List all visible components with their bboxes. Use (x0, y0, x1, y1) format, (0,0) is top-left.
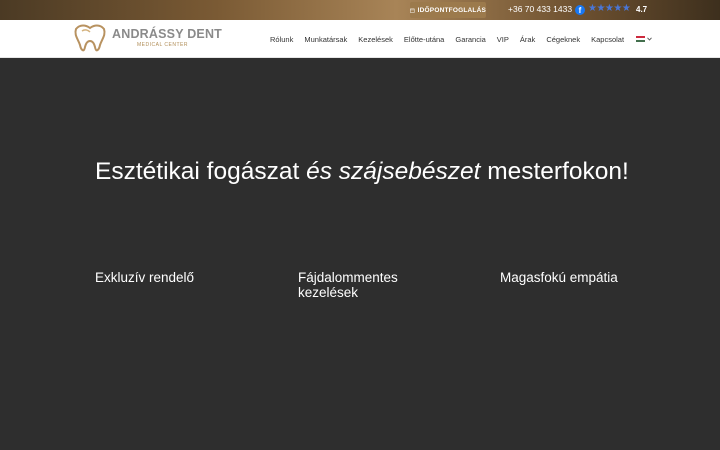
rating-stars: ★★★★★ (588, 3, 631, 14)
hero-title-emphasis: és szájsebészet (306, 158, 481, 185)
hero-title-part1: Esztétikai fogászat (95, 158, 307, 185)
feature-painless-treatment: Fájdalommentes kezelések (298, 270, 398, 300)
nav-item-kezelesek[interactable]: Kezelések (358, 35, 393, 44)
booking-button[interactable]: IDŐPONTFOGLALÁS (410, 2, 486, 18)
nav-item-kapcsolat[interactable]: Kapcsolat (591, 35, 624, 44)
language-selector[interactable] (635, 36, 652, 42)
nav-item-munkatarsak[interactable]: Munkatársak (304, 35, 347, 44)
hero-title-part2: mesterfokon! (480, 158, 629, 185)
site-header: ANDRÁSSY DENT MEDICAL CENTER Rólunk Munk… (0, 20, 720, 58)
booking-button-label: IDŐPONTFOGLALÁS (417, 6, 486, 14)
facebook-icon[interactable]: f (575, 5, 585, 15)
logo-name[interactable]: ANDRÁSSY DENT (112, 27, 222, 41)
top-bar: IDŐPONTFOGLALÁS +36 70 433 1433 f ★★★★★ … (0, 0, 720, 20)
nav-item-arak[interactable]: Árak (520, 35, 535, 44)
nav-item-elotte-utana[interactable]: Előtte-utána (404, 35, 444, 44)
main-nav: Rólunk Munkatársak Kezelések Előtte-után… (270, 20, 652, 58)
nav-item-garancia[interactable]: Garancia (455, 35, 485, 44)
calendar-icon (410, 8, 415, 13)
logo-subtitle: MEDICAL CENTER (137, 42, 188, 48)
feature-exclusive-clinic: Exkluzív rendelő (95, 270, 195, 285)
feature-empathy: Magasfokú empátia (500, 270, 618, 285)
nav-item-cegeknek[interactable]: Cégeknek (546, 35, 580, 44)
logo-tooth-icon[interactable] (72, 23, 108, 55)
phone-number[interactable]: +36 70 433 1433 (508, 4, 572, 14)
rating-value: 4.7 (636, 5, 648, 14)
hero-title: Esztétikai fogászat és szájsebészet mest… (95, 158, 629, 186)
nav-item-vip[interactable]: VIP (497, 35, 509, 44)
hungarian-flag-icon (636, 36, 646, 42)
chevron-down-icon (647, 37, 652, 41)
nav-item-rolunk[interactable]: Rólunk (270, 35, 293, 44)
